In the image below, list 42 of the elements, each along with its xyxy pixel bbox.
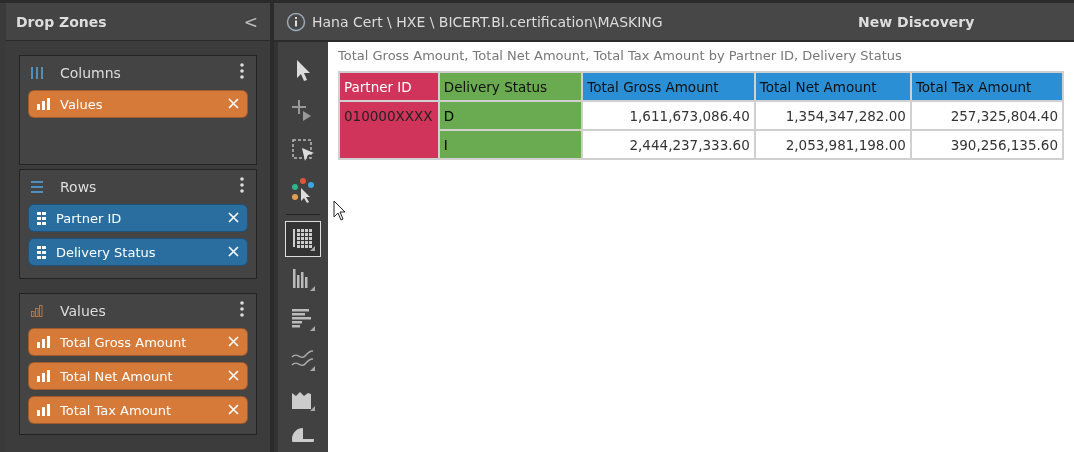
field-pill[interactable]: Partner ID bbox=[28, 204, 248, 232]
zone-title: Rows bbox=[60, 179, 98, 195]
field-pill[interactable]: Values bbox=[28, 90, 248, 118]
table-cell: 1,354,347,282.00 bbox=[754, 101, 911, 130]
field-pill[interactable]: Total Tax Amount bbox=[28, 396, 248, 424]
column-header[interactable]: Total Tax Amount bbox=[910, 72, 1063, 101]
table-cell: I bbox=[438, 130, 583, 159]
field-pill[interactable]: Total Net Amount bbox=[28, 362, 248, 390]
field-pill[interactable]: Total Gross Amount bbox=[28, 328, 248, 356]
table-cell: D bbox=[438, 101, 583, 130]
rows-icon bbox=[30, 180, 44, 194]
column-header[interactable]: Total Net Amount bbox=[754, 72, 911, 101]
table-cell: 010000XXXX bbox=[339, 101, 439, 159]
column-header[interactable]: Total Gross Amount bbox=[582, 72, 755, 101]
table-cell: 1,611,673,086.40 bbox=[582, 101, 755, 130]
colored-dots-icon bbox=[289, 176, 317, 204]
bar-chart-icon bbox=[37, 98, 50, 110]
pie-chart-icon bbox=[289, 426, 317, 442]
grid-icon bbox=[37, 245, 46, 259]
bar-chart-icon bbox=[37, 404, 50, 416]
window-title: New Discovery bbox=[858, 13, 976, 30]
table-cell: 390,256,135.60 bbox=[910, 130, 1063, 159]
table-cell: 257,325,804.40 bbox=[910, 101, 1063, 130]
tool-button[interactable] bbox=[285, 221, 321, 257]
table-cell: 2,053,981,198.00 bbox=[754, 130, 911, 159]
collapse-button[interactable]: < bbox=[243, 11, 258, 32]
field-pill[interactable]: Delivery Status bbox=[28, 238, 248, 266]
column-header[interactable]: Partner ID bbox=[339, 72, 439, 101]
columns-icon bbox=[30, 66, 44, 80]
bar-chart-icon bbox=[37, 370, 50, 382]
report-caption: Total Gross Amount, Total Net Amount, Total Tax Amount by Partner ID, Delivery Status bbox=[338, 48, 903, 63]
zone-title: Columns bbox=[60, 65, 122, 81]
breadcrumb-path: Hana Cert \ HXE \ BICERT.BI.certification\MASKING bbox=[312, 13, 664, 30]
column-header[interactable]: Delivery Status bbox=[438, 72, 583, 101]
info-icon[interactable] bbox=[286, 11, 306, 32]
mouse-cursor-icon bbox=[333, 200, 347, 222]
table-cell: 2,444,237,333.60 bbox=[582, 130, 755, 159]
bar-chart-icon bbox=[37, 336, 50, 348]
zone-title: Values bbox=[60, 303, 107, 319]
panel-title: Drop Zones bbox=[16, 13, 107, 30]
bar-chart-icon bbox=[30, 304, 44, 318]
grid-icon bbox=[37, 211, 46, 225]
